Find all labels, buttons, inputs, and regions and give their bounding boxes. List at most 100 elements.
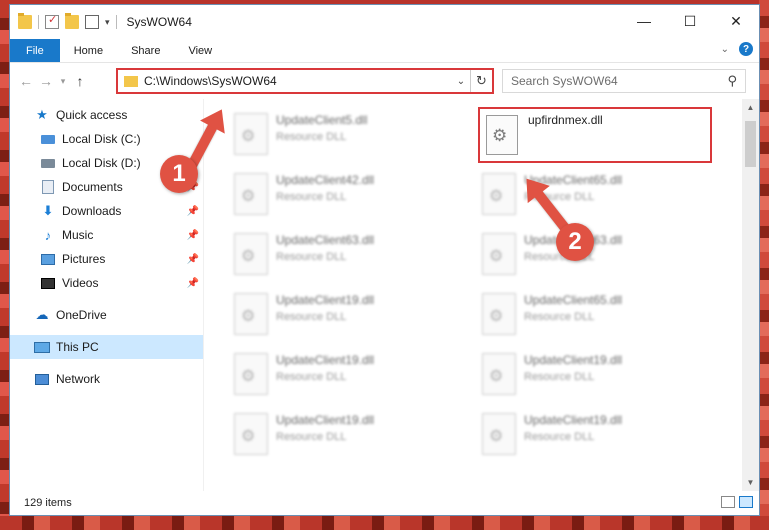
help-icon[interactable]: ? [739,42,753,56]
nav-item-label: Quick access [56,108,128,122]
dll-file-icon [482,233,516,275]
address-bar[interactable]: C:\Windows\SysWOW64 ⌄ ↻ [116,68,494,94]
toolbar-separator [115,15,117,29]
nav-item-onedrive[interactable]: ☁ OneDrive [10,303,203,327]
vertical-scrollbar[interactable]: ▲ ▼ [742,99,759,491]
forward-arrow-icon[interactable]: → [36,73,56,89]
cloud-icon: ☁ [35,307,49,322]
tab-view[interactable]: View [174,39,226,62]
dll-file-icon [234,353,268,395]
nav-item-label: This PC [56,340,99,354]
file-item[interactable]: UpdateClient63.dll Resource DLL [230,227,460,283]
address-dropdown-icon[interactable]: ⌄ [452,76,470,87]
scroll-up-icon[interactable]: ▲ [742,99,759,116]
file-name: UpdateClient65.dll [524,293,623,307]
dll-file-icon [482,413,516,455]
file-type: Resource DLL [276,371,347,383]
nav-item-local-disk-c[interactable]: Local Disk (C:) [10,127,203,151]
nav-item-label: Videos [62,276,99,290]
minimize-button[interactable]: — [621,5,667,37]
file-item[interactable]: UpdateClient19.dll Resource DLL [478,347,708,403]
nav-item-videos[interactable]: Videos 📌 [10,271,203,295]
dll-file-icon [482,173,516,215]
nav-item-music[interactable]: ♪ Music 📌 [10,223,203,247]
pin-icon[interactable]: 📌 [187,254,199,265]
network-icon [34,371,50,387]
title-bar: ▾ SysWOW64 — ☐ ✕ [10,5,759,39]
tab-home[interactable]: Home [60,39,117,62]
dll-file-icon [486,115,518,155]
file-item[interactable]: UpdateClient65.dll Resource DLL [478,287,708,343]
address-path[interactable]: C:\Windows\SysWOW64 [144,74,452,88]
back-arrow-icon[interactable]: ← [16,73,36,89]
star-icon: ★ [36,107,48,122]
explorer-window: ▾ SysWOW64 — ☐ ✕ File Home Share View ⌄ … [9,4,760,516]
file-type: Resource DLL [276,251,347,263]
file-item[interactable]: UpdateClient42.dll Resource DLL [230,167,460,223]
pin-icon[interactable]: 📌 [187,230,199,241]
nav-item-this-pc[interactable]: This PC [10,335,203,359]
nav-item-pictures[interactable]: Pictures 📌 [10,247,203,271]
pin-icon[interactable]: 📌 [187,278,199,289]
file-name: UpdateClient19.dll [524,413,623,427]
pin-icon[interactable]: 📌 [187,206,199,217]
nav-item-network[interactable]: Network [10,367,203,391]
nav-item-label: Documents [62,180,123,194]
file-name: UpdateClient19.dll [276,413,375,427]
file-type: Resource DLL [276,191,347,203]
large-icons-view-icon[interactable] [739,496,753,508]
up-arrow-icon[interactable]: ↑ [70,73,90,89]
nav-item-label: OneDrive [56,308,107,322]
close-button[interactable]: ✕ [713,5,759,37]
window-controls: — ☐ ✕ [621,5,759,37]
pictures-icon [40,251,56,267]
nav-item-label: Network [56,372,101,386]
documents-icon [40,179,56,195]
tab-share[interactable]: Share [117,39,174,62]
maximize-button[interactable]: ☐ [667,5,713,37]
customize-toolbar-icon[interactable] [85,15,99,29]
expand-ribbon-chevron-icon[interactable]: ⌄ [721,44,729,55]
recent-locations-chevron-icon[interactable]: ▾ [56,76,70,87]
dll-file-icon [234,293,268,335]
nav-item-quick-access[interactable]: ★ Quick access [10,103,203,127]
scrollbar-thumb[interactable] [745,121,756,167]
file-item[interactable]: UpdateClient19.dll Resource DLL [230,287,460,343]
nav-item-downloads[interactable]: ⬇ Downloads 📌 [10,199,203,223]
properties-check-icon[interactable] [45,13,59,29]
dll-file-icon [482,353,516,395]
drive-icon [40,155,56,171]
highlighted-file-name: upfirdnmex.dll [528,113,603,127]
search-input[interactable]: Search SysWOW64 ⚲ [502,69,746,93]
file-item[interactable]: UpdateClient19.dll Resource DLL [478,407,708,463]
refresh-icon[interactable]: ↻ [470,70,492,92]
desktop-background-bottom [0,516,769,530]
dll-file-icon [234,233,268,275]
file-name: UpdateClient42.dll [276,173,375,187]
file-name: UpdateClient19.dll [276,293,375,307]
details-view-icon[interactable] [721,496,735,508]
tab-file[interactable]: File [10,39,60,62]
file-type: Resource DLL [524,371,595,383]
search-icon[interactable]: ⚲ [727,73,737,89]
file-item[interactable]: UpdateClient65.dll Resource DLL [478,167,708,223]
file-name: UpdateClient19.dll [276,353,375,367]
scroll-down-icon[interactable]: ▼ [742,474,759,491]
highlighted-file-item[interactable]: upfirdnmex.dll [478,107,712,163]
file-type: Resource DLL [276,431,347,443]
file-item[interactable]: UpdateClient19.dll Resource DLL [230,407,460,463]
file-type: Resource DLL [524,311,595,323]
file-item[interactable]: UpdateClient5.dll Resource DLL [230,107,460,163]
file-item[interactable]: UpdateClient19.dll Resource DLL [230,347,460,403]
file-type: Resource DLL [276,311,347,323]
nav-item-label: Music [62,228,94,242]
desktop-background-right [759,0,769,530]
dll-file-icon [482,293,516,335]
drive-icon [40,131,56,147]
new-folder-icon[interactable] [65,13,79,29]
status-bar: 129 items [10,491,759,515]
address-row: ← → ▾ ↑ C:\Windows\SysWOW64 ⌄ ↻ Search S… [10,63,759,99]
toolbar-dropdown-icon[interactable]: ▾ [105,17,110,28]
